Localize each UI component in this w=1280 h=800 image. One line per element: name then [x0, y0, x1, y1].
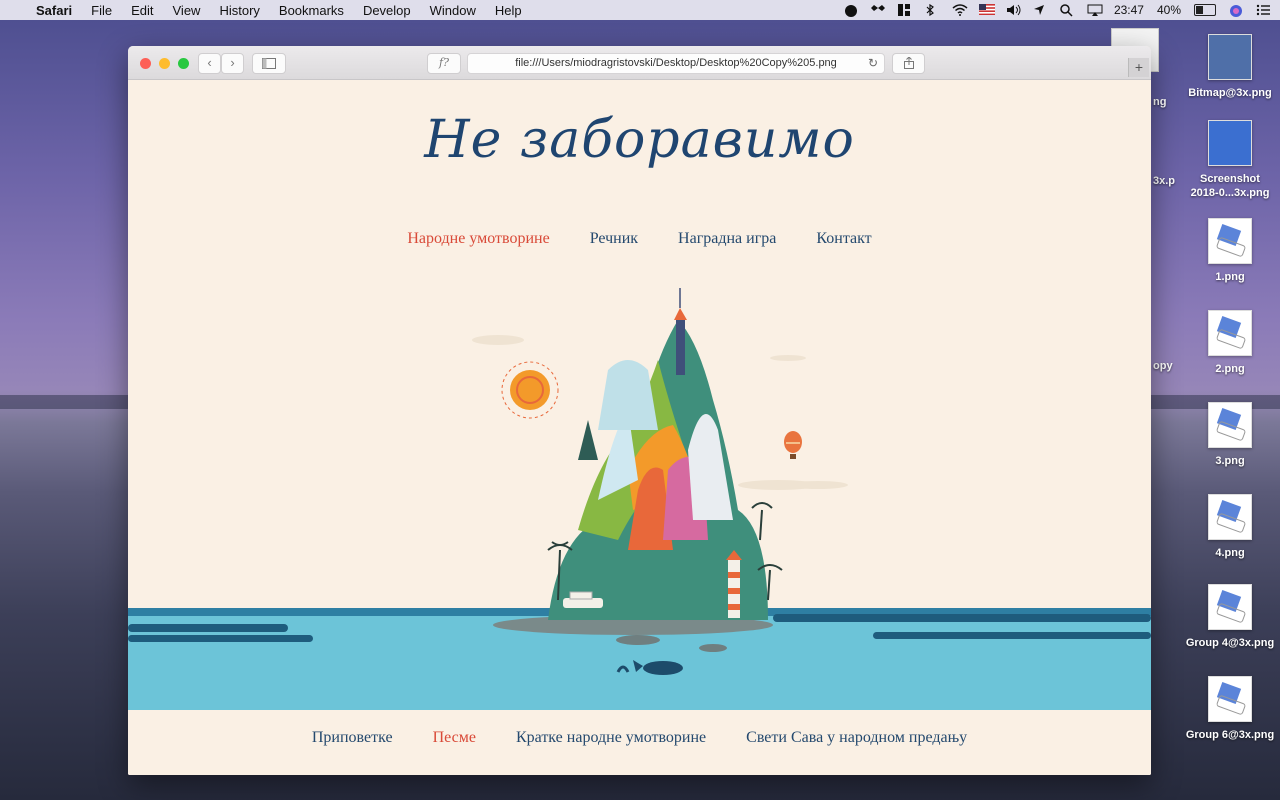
sidebar-icon — [262, 58, 276, 69]
clock-time[interactable]: 23:47 — [1114, 3, 1144, 17]
minimize-window-button[interactable] — [159, 58, 170, 69]
chevron-left-icon: ‹ — [207, 55, 212, 70]
footer-item-pesme[interactable]: Песме — [433, 729, 476, 746]
menu-bookmarks[interactable]: Bookmarks — [279, 3, 344, 18]
desktop-file-label: 1.png — [1215, 271, 1245, 283]
us-flag-icon[interactable] — [978, 4, 995, 16]
web-page: Не заборавимо Народне умотворине Речник … — [128, 80, 1151, 775]
desktop-file-group6[interactable]: Group 6@3x.png — [1185, 676, 1275, 742]
desktop-file-3[interactable]: 3.png — [1185, 402, 1275, 468]
desktop-file-label: Group 6@3x.png — [1185, 729, 1275, 741]
wifi-icon[interactable] — [952, 4, 968, 16]
menu-develop[interactable]: Develop — [363, 3, 411, 18]
file-thumbnail-icon — [1208, 676, 1252, 722]
hidden-desktop-label: ng — [1153, 96, 1167, 108]
desktop-file-2[interactable]: 2.png — [1185, 310, 1275, 376]
bluetooth-icon[interactable] — [925, 3, 939, 17]
file-thumbnail-icon — [1208, 218, 1252, 264]
footer-item-pripovetke[interactable]: Приповетке — [312, 729, 393, 746]
new-tab-button[interactable]: + — [1128, 58, 1149, 77]
url-text: file:///Users/miodragristovski/Desktop/D… — [515, 57, 837, 69]
sidebar-button[interactable] — [252, 53, 286, 74]
file-thumbnail-icon — [1208, 494, 1252, 540]
skype-icon[interactable] — [844, 4, 858, 17]
menu-bar: Safari File Edit View History Bookmarks … — [0, 0, 1280, 20]
file-thumbnail-icon — [1208, 120, 1252, 166]
zoom-window-button[interactable] — [178, 58, 189, 69]
file-thumbnail-icon — [1208, 584, 1252, 630]
desktop-file-label: Bitmap@3x.png — [1188, 87, 1272, 99]
desktop-file-label: Screenshot 2018-0...3x.png — [1190, 173, 1270, 199]
reader-button[interactable]: f? — [427, 53, 461, 74]
nav-item-kontakt[interactable]: Контакт — [816, 230, 871, 247]
menu-edit[interactable]: Edit — [131, 3, 153, 18]
browser-toolbar: ‹ › f? file:///Users/miodragristovski/De… — [128, 46, 1151, 80]
desktop-file-label: Group 4@3x.png — [1185, 637, 1275, 649]
magnet-icon[interactable] — [897, 4, 912, 16]
hidden-desktop-label: 3x.p — [1153, 175, 1176, 187]
safari-window: ‹ › f? file:///Users/miodragristovski/De… — [128, 46, 1151, 775]
battery-icon[interactable] — [1194, 4, 1216, 16]
sun-icon — [501, 361, 559, 419]
address-bar[interactable]: file:///Users/miodragristovski/Desktop/D… — [467, 53, 885, 74]
desktop-file-1[interactable]: 1.png — [1185, 218, 1275, 284]
menu-window[interactable]: Window — [430, 3, 476, 18]
chevron-right-icon: › — [230, 55, 235, 70]
hidden-desktop-label: opy — [1153, 360, 1173, 372]
share-button[interactable] — [892, 53, 925, 74]
hero-illustration — [128, 288, 1151, 710]
share-icon — [903, 56, 914, 69]
main-nav: Народне умотворине Речник Наградна игра … — [128, 230, 1151, 248]
menu-file[interactable]: File — [91, 3, 112, 18]
hot-air-balloon-icon — [784, 431, 802, 459]
notification-center-icon[interactable] — [1256, 4, 1270, 16]
menu-view[interactable]: View — [173, 3, 201, 18]
desktop-file-group4[interactable]: Group 4@3x.png — [1185, 584, 1275, 650]
airplay-icon[interactable] — [1087, 4, 1103, 16]
island — [493, 288, 783, 652]
close-window-button[interactable] — [140, 58, 151, 69]
file-thumbnail-icon — [1208, 402, 1252, 448]
battery-percent[interactable]: 40% — [1157, 3, 1181, 17]
plus-icon: + — [1134, 59, 1144, 75]
reload-icon[interactable]: ↻ — [868, 54, 878, 73]
site-logo[interactable]: Не заборавимо — [128, 110, 1151, 170]
footer-item-sveti-sava[interactable]: Свети Сава у народном предању — [746, 729, 967, 746]
nav-item-recnik[interactable]: Речник — [590, 230, 638, 247]
desktop-file-screenshot[interactable]: Screenshot 2018-0...3x.png — [1185, 120, 1275, 200]
file-thumbnail-icon — [1208, 310, 1252, 356]
siri-icon[interactable] — [1229, 4, 1243, 17]
desktop-file-label: 4.png — [1215, 547, 1245, 559]
desktop-file-label: 3.png — [1215, 455, 1245, 467]
footer-nav: Приповетке Песме Кратке народне умотвори… — [128, 710, 1151, 775]
search-icon[interactable] — [1060, 4, 1074, 17]
file-thumbnail-icon — [1208, 34, 1252, 80]
forward-button[interactable]: › — [221, 53, 244, 74]
desktop-file-bitmap[interactable]: Bitmap@3x.png — [1185, 34, 1275, 100]
volume-icon[interactable] — [1006, 4, 1021, 16]
nav-item-nagradna-igra[interactable]: Наградна игра — [678, 230, 776, 247]
menu-history[interactable]: History — [219, 3, 259, 18]
menu-safari[interactable]: Safari — [36, 3, 72, 18]
desktop-file-label: 2.png — [1215, 363, 1245, 375]
footer-item-kratke-umotvorine[interactable]: Кратке народне умотворине — [516, 729, 706, 746]
menu-help[interactable]: Help — [495, 3, 522, 18]
location-icon[interactable] — [1033, 4, 1047, 16]
back-button[interactable]: ‹ — [198, 53, 221, 74]
desktop-file-4[interactable]: 4.png — [1185, 494, 1275, 560]
dropbox-icon[interactable] — [870, 4, 885, 16]
status-area: 23:47 40% — [844, 0, 1270, 20]
nav-item-narodne-umotvorine[interactable]: Народне умотворине — [407, 230, 549, 247]
